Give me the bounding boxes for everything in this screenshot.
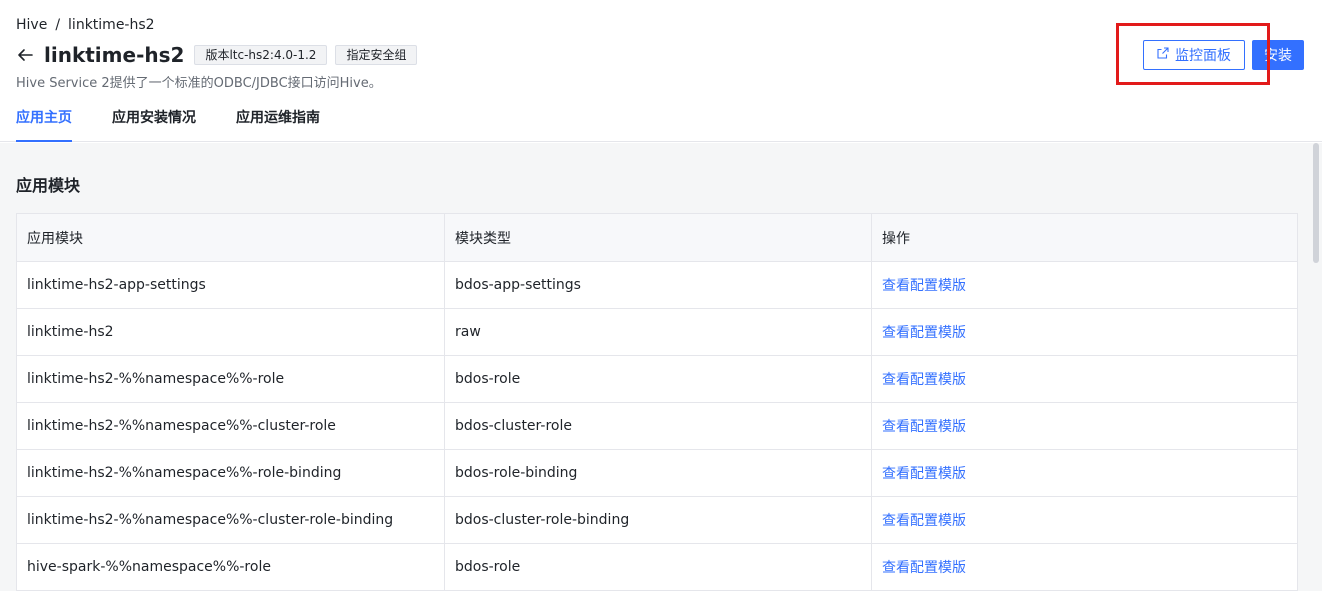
module-name: linktime-hs2-%%namespace%%-role-binding xyxy=(17,450,445,496)
external-link-icon xyxy=(1157,47,1169,63)
module-name: linktime-hs2 xyxy=(17,309,445,355)
view-config-template-link[interactable]: 查看配置模版 xyxy=(882,463,966,483)
module-type: bdos-cluster-role-binding xyxy=(445,497,872,543)
table-header-row: 应用模块 模块类型 操作 xyxy=(17,214,1297,262)
page-description: Hive Service 2提供了一个标准的ODBC/JDBC接口访问Hive。 xyxy=(16,76,382,91)
tab-bar: 应用主页 应用安装情况 应用运维指南 xyxy=(16,100,360,142)
view-config-template-link[interactable]: 查看配置模版 xyxy=(882,322,966,342)
page-header: Hive / linktime-hs2 linktime-hs2 版本ltc-h… xyxy=(0,0,1322,142)
module-type: raw xyxy=(445,309,872,355)
view-config-template-link[interactable]: 查看配置模版 xyxy=(882,369,966,389)
module-name: linktime-hs2-app-settings xyxy=(17,262,445,308)
install-button[interactable]: 安装 xyxy=(1252,40,1304,70)
monitor-panel-label: 监控面板 xyxy=(1175,48,1231,64)
module-name: linktime-hs2-%%namespace%%-cluster-role-… xyxy=(17,497,445,543)
module-type: bdos-cluster-role xyxy=(445,403,872,449)
monitor-panel-button[interactable]: 监控面板 xyxy=(1143,40,1245,70)
tab-app-home[interactable]: 应用主页 xyxy=(16,100,72,142)
module-name: hive-spark-%%namespace%%-role xyxy=(17,544,445,590)
module-type: bdos-role xyxy=(445,544,872,590)
page-title: linktime-hs2 xyxy=(44,43,185,67)
table-row: linktime-hs2-%%namespace%%-role-binding … xyxy=(17,450,1297,497)
header-module: 应用模块 xyxy=(17,214,445,261)
header-action: 操作 xyxy=(882,230,910,247)
version-tag: 版本ltc-hs2:4.0-1.2 xyxy=(194,45,328,65)
module-name: linktime-hs2-%%namespace%%-cluster-role xyxy=(17,403,445,449)
title-row: linktime-hs2 版本ltc-hs2:4.0-1.2 指定安全组 xyxy=(16,42,425,68)
breadcrumb-separator: / xyxy=(55,17,61,33)
main-content: 应用模块 应用模块 模块类型 操作 linktime-hs2-app-setti… xyxy=(0,143,1310,591)
tab-ops-guide[interactable]: 应用运维指南 xyxy=(236,100,320,142)
breadcrumb: Hive / linktime-hs2 xyxy=(16,15,155,35)
section-title: 应用模块 xyxy=(16,176,81,195)
view-config-template-link[interactable]: 查看配置模版 xyxy=(882,416,966,436)
view-config-template-link[interactable]: 查看配置模版 xyxy=(882,275,966,295)
header-type: 模块类型 xyxy=(445,214,872,261)
vertical-scrollbar[interactable] xyxy=(1310,143,1322,591)
breadcrumb-root[interactable]: Hive xyxy=(16,17,47,33)
tab-install-status[interactable]: 应用安装情况 xyxy=(112,100,196,142)
back-arrow-icon[interactable] xyxy=(16,46,34,64)
module-type: bdos-app-settings xyxy=(445,262,872,308)
table-row: linktime-hs2 raw 查看配置模版 xyxy=(17,309,1297,356)
module-name: linktime-hs2-%%namespace%%-role xyxy=(17,356,445,402)
modules-table: 应用模块 模块类型 操作 linktime-hs2-app-settings b… xyxy=(16,213,1298,591)
table-row: linktime-hs2-app-settings bdos-app-setti… xyxy=(17,262,1297,309)
module-type: bdos-role xyxy=(445,356,872,402)
table-row: hive-spark-%%namespace%%-role bdos-role … xyxy=(17,544,1297,591)
view-config-template-link[interactable]: 查看配置模版 xyxy=(882,510,966,530)
breadcrumb-current: linktime-hs2 xyxy=(68,17,155,33)
scrollbar-thumb[interactable] xyxy=(1313,143,1319,263)
table-row: linktime-hs2-%%namespace%%-cluster-role-… xyxy=(17,497,1297,544)
view-config-template-link[interactable]: 查看配置模版 xyxy=(882,557,966,577)
table-row: linktime-hs2-%%namespace%%-role bdos-rol… xyxy=(17,356,1297,403)
table-row: linktime-hs2-%%namespace%%-cluster-role … xyxy=(17,403,1297,450)
security-group-tag: 指定安全组 xyxy=(335,45,418,65)
module-type: bdos-role-binding xyxy=(445,450,872,496)
